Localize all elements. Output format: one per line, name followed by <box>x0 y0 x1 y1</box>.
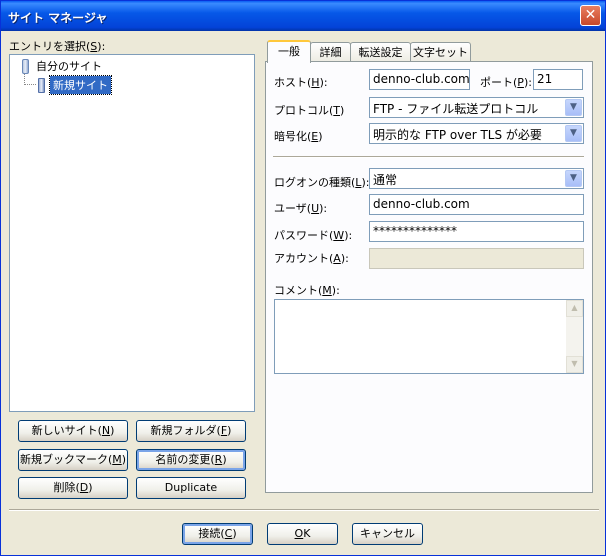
label-text: パスワード( <box>274 229 334 242</box>
button-key: N <box>101 424 111 437</box>
encryption-value: 明示的な FTP over TLS が必要 <box>373 128 542 142</box>
tab-advanced[interactable]: 詳細 <box>310 42 351 63</box>
label-end: ): <box>340 252 349 265</box>
tree-item-new-site[interactable]: 新規サイト <box>36 75 112 95</box>
port-label: ポート(P): <box>480 74 532 90</box>
comment-label: コメント(M): <box>274 282 340 298</box>
button-key: M <box>112 453 122 466</box>
tab-transfer-settings[interactable]: 転送設定 <box>350 42 411 63</box>
label-key: H <box>311 76 320 89</box>
label-text: アカウント( <box>274 252 334 265</box>
folder-icon <box>18 59 32 74</box>
label-end: ): <box>319 202 328 215</box>
label-text: ユーザ( <box>274 202 312 215</box>
password-input[interactable]: ************** <box>369 221 584 242</box>
label-key: M <box>322 284 332 297</box>
chevron-down-icon[interactable]: ▼ <box>565 170 582 187</box>
button-text: 接続( <box>198 527 225 540</box>
site-tree[interactable]: 自分のサイト 新規サイト <box>9 54 255 412</box>
button-text: 新規ブックマーク( <box>19 453 113 466</box>
label-key: W <box>333 229 345 242</box>
close-icon: ✕ <box>584 7 597 23</box>
logon-type-label: ログオンの種類(L): <box>274 174 369 190</box>
tree-item-my-sites[interactable]: 自分のサイト <box>18 58 102 74</box>
logon-type-select[interactable]: 通常 ▼ <box>369 168 584 189</box>
new-site-button[interactable]: 新しいサイト(N) <box>18 420 128 442</box>
protocol-select[interactable]: FTP - ファイル転送プロトコル ▼ <box>369 97 584 118</box>
label-key: A <box>333 252 341 265</box>
button-text: K <box>303 527 311 540</box>
label-end: ): <box>344 229 353 242</box>
label-text: コメント( <box>274 284 323 297</box>
rename-button[interactable]: 名前の変更(R) <box>136 449 246 471</box>
title-bar[interactable]: サイト マネージャ ✕ <box>1 1 605 31</box>
protocol-label: プロトコル(T) <box>274 102 344 118</box>
button-key: O <box>294 527 304 540</box>
label-end: ): <box>523 76 532 89</box>
button-end: ) <box>121 453 127 466</box>
footer-divider <box>9 509 599 511</box>
host-input[interactable]: denno-club.com <box>369 69 470 90</box>
button-end: ) <box>227 424 232 437</box>
label-text: ポート( <box>480 76 518 89</box>
button-text: 新しいサイト( <box>31 424 102 437</box>
ok-button[interactable]: OK <box>267 523 338 545</box>
tree-item-label-selected: 新規サイト <box>49 75 112 95</box>
label-text: ログオンの種類( <box>274 176 356 189</box>
close-button[interactable]: ✕ <box>580 5 601 26</box>
tree-connector-horizontal <box>24 84 36 85</box>
label-key: P <box>517 76 524 89</box>
scroll-down-icon[interactable]: ▼ <box>566 356 583 373</box>
cancel-button[interactable]: キャンセル <box>352 523 423 545</box>
label-end: ) <box>318 130 323 143</box>
button-end: ) <box>88 481 93 494</box>
tree-item-label: 自分のサイト <box>36 60 102 73</box>
label-end: ): <box>331 284 340 297</box>
entry-label-text: エントリを選択( <box>9 40 91 53</box>
label-text: 暗号化( <box>274 130 312 143</box>
section-divider <box>273 156 584 158</box>
password-label: パスワード(W): <box>274 227 352 243</box>
encryption-label: 暗号化(E) <box>274 128 323 144</box>
button-end: ) <box>222 453 227 466</box>
label-end: ): <box>319 76 328 89</box>
label-end: ) <box>340 104 345 117</box>
user-input[interactable]: denno-club.com <box>369 194 584 215</box>
entry-select-label: エントリを選択(S): <box>9 38 105 54</box>
tab-charset[interactable]: 文字セット <box>410 42 471 63</box>
button-text: 名前の変更( <box>155 453 215 466</box>
chevron-down-icon[interactable]: ▼ <box>565 99 582 116</box>
label-text: ホスト( <box>274 76 312 89</box>
account-input <box>369 248 584 269</box>
tab-general[interactable]: 一般 <box>267 40 311 63</box>
comment-textarea[interactable]: ▲ ▼ <box>274 299 584 374</box>
site-manager-window: サイト マネージャ ✕ エントリを選択(S): 自分のサイト 新規サイト 新しい… <box>0 0 606 556</box>
account-label: アカウント(A): <box>274 250 349 266</box>
port-input[interactable]: 21 <box>533 69 583 90</box>
new-bookmark-button[interactable]: 新規ブックマーク(M) <box>18 449 128 471</box>
button-text: 新規フォルダ( <box>150 424 221 437</box>
label-text: プロトコル( <box>274 104 334 117</box>
chevron-down-icon[interactable]: ▼ <box>565 125 582 142</box>
comment-scrollbar[interactable]: ▲ ▼ <box>566 300 583 373</box>
new-folder-button[interactable]: 新規フォルダ(F) <box>136 420 246 442</box>
delete-button[interactable]: 削除(D) <box>18 477 128 499</box>
host-label: ホスト(H): <box>274 74 328 90</box>
window-title: サイト マネージャ <box>8 11 108 25</box>
button-key: D <box>79 481 89 494</box>
duplicate-button[interactable]: Duplicate <box>136 477 246 499</box>
connect-button[interactable]: 接続(C) <box>182 523 253 545</box>
button-end: ) <box>110 424 115 437</box>
logon-type-value: 通常 <box>373 173 398 187</box>
scroll-up-icon[interactable]: ▲ <box>566 300 583 317</box>
protocol-value: FTP - ファイル転送プロトコル <box>373 102 539 116</box>
server-icon <box>36 78 46 93</box>
entry-label-suffix: ): <box>97 40 106 53</box>
encryption-select[interactable]: 明示的な FTP over TLS が必要 ▼ <box>369 123 584 144</box>
button-text: 削除( <box>53 481 80 494</box>
button-end: ) <box>232 527 237 540</box>
label-key: U <box>311 202 320 215</box>
user-label: ユーザ(U): <box>274 200 327 216</box>
